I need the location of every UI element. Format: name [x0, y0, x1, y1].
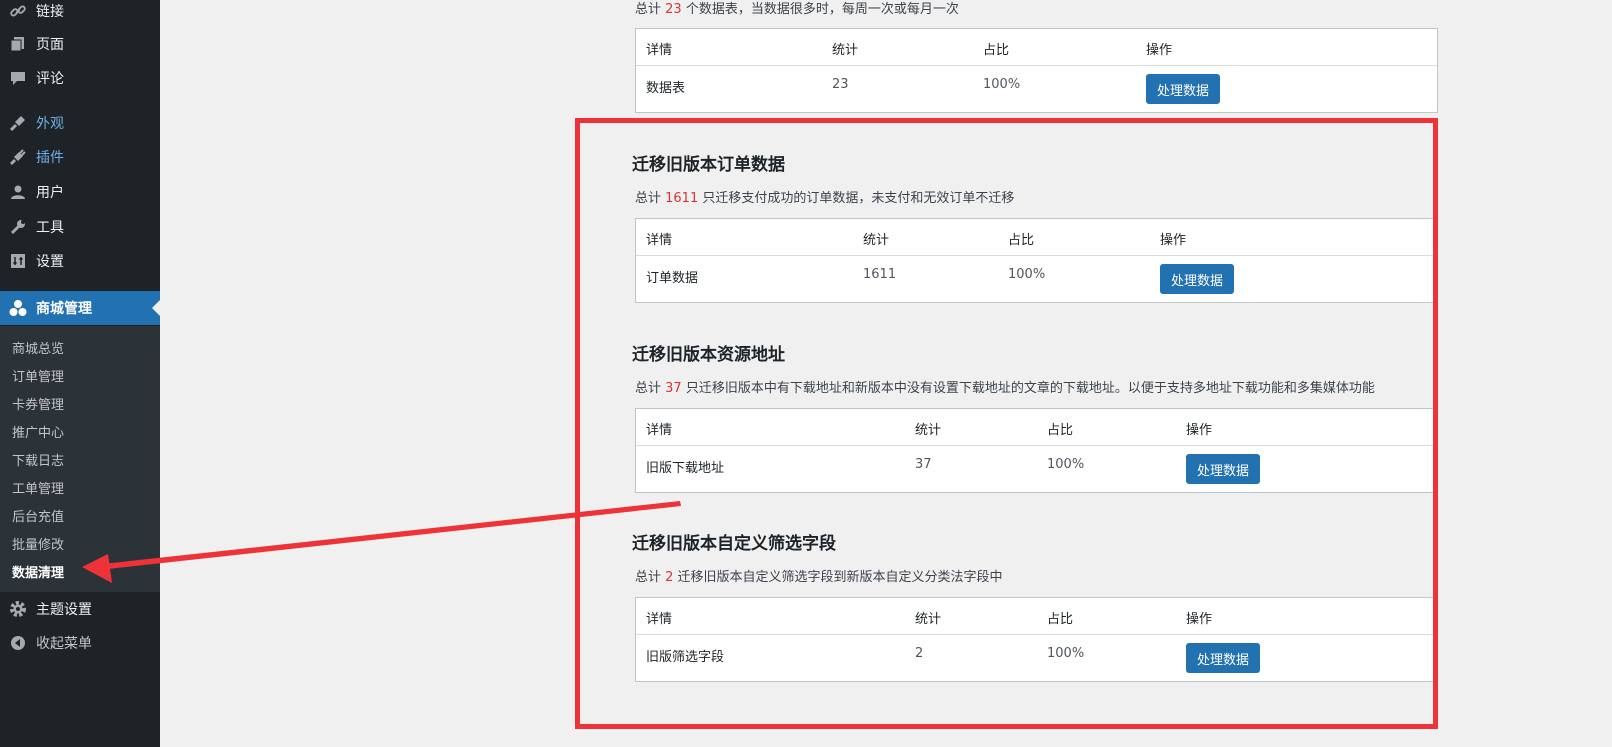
section-intro: 总计 2 迁移旧版本自定义筛选字段到新版本自定义分类法字段中 [635, 570, 1003, 585]
header-ratio: 占比 [1047, 612, 1074, 627]
header-detail: 详情 [646, 43, 673, 58]
process-data-button[interactable]: 处理数据 [1146, 74, 1221, 104]
process-data-button[interactable]: 处理数据 [1186, 454, 1261, 484]
shop-icon [8, 298, 28, 318]
process-data-button[interactable]: 处理数据 [1160, 264, 1235, 294]
admin-sidebar: 链接 页面 评论 外观 插件 用户 工具 设置 商城管理 商城总览 订单管理 卡… [0, 0, 160, 747]
tools-icon [8, 217, 28, 237]
collapse-icon [8, 633, 28, 653]
submenu-item[interactable]: 批量修改 [12, 534, 64, 553]
menu-item-appearance[interactable]: 外观 [0, 106, 160, 140]
table-header [636, 598, 1437, 635]
count-value: 1611 [665, 191, 699, 206]
section-title-orders: 迁移旧版本订单数据 [632, 155, 785, 175]
row-ratio: 100% [983, 77, 1021, 92]
header-action: 操作 [1186, 612, 1213, 627]
section-intro: 总计 1611 只迁移支付成功的订单数据，未支付和无效订单不迁移 [635, 191, 1015, 206]
users-icon [8, 182, 28, 202]
data-table-resources: 详情 统计 占比 操作 旧版下载地址 37 100% 处理数据 [635, 408, 1438, 493]
header-action: 操作 [1160, 233, 1187, 248]
submenu-item[interactable]: 后台充值 [12, 506, 64, 525]
menu-item-shop[interactable]: 商城管理 [0, 291, 160, 325]
submenu-item[interactable]: 工单管理 [12, 478, 64, 497]
link-icon [8, 1, 28, 21]
section-title-filters: 迁移旧版本自定义筛选字段 [632, 534, 836, 554]
row-detail: 订单数据 [646, 271, 699, 286]
header-action: 操作 [1186, 423, 1213, 438]
menu-item-theme-settings[interactable]: 主题设置 [0, 592, 160, 626]
active-indicator [152, 300, 160, 316]
header-detail: 详情 [646, 423, 673, 438]
menu-label-users: 用户 [36, 185, 64, 201]
count-value: 23 [665, 2, 682, 17]
header-stat: 统计 [863, 233, 890, 248]
row-stat: 1611 [863, 267, 897, 282]
menu-label-plugins: 插件 [36, 150, 64, 166]
data-table-tables: 详情 统计 占比 操作 数据表 23 100% 处理数据 [635, 28, 1438, 113]
submenu-item-data-cleanup[interactable]: 数据清理 [12, 562, 64, 581]
pages-icon [8, 34, 28, 54]
row-stat: 23 [832, 77, 849, 92]
header-ratio: 占比 [983, 43, 1010, 58]
menu-label-appearance: 外观 [36, 116, 64, 132]
table-header [636, 409, 1437, 446]
settings-icon [8, 251, 28, 271]
menu-label-tools: 工具 [36, 220, 64, 236]
gear-icon [8, 599, 28, 619]
menu-label-collapse: 收起菜单 [36, 636, 92, 652]
appearance-icon [8, 113, 28, 133]
menu-label-settings: 设置 [36, 254, 64, 270]
menu-item-settings[interactable]: 设置 [0, 244, 160, 278]
menu-label-theme-settings: 主题设置 [36, 602, 92, 618]
row-ratio: 100% [1047, 646, 1085, 661]
table-header [636, 29, 1437, 66]
header-detail: 详情 [646, 233, 673, 248]
process-data-button[interactable]: 处理数据 [1186, 643, 1261, 673]
row-detail: 旧版筛选字段 [646, 650, 725, 665]
section-intro: 总计 23 个数据表，当数据很多时，每周一次或每月一次 [635, 2, 959, 17]
header-detail: 详情 [646, 612, 673, 627]
row-stat: 2 [915, 646, 924, 661]
row-detail: 旧版下载地址 [646, 461, 725, 476]
menu-label-comments: 评论 [36, 71, 64, 87]
menu-item-tools[interactable]: 工具 [0, 210, 160, 244]
shop-submenu: 商城总览 订单管理 卡券管理 推广中心 下载日志 工单管理 后台充值 批量修改 … [0, 326, 160, 592]
header-stat: 统计 [915, 423, 942, 438]
comments-icon [8, 68, 28, 88]
menu-label-shop: 商城管理 [36, 301, 92, 317]
menu-item-links[interactable]: 链接 [0, 0, 160, 28]
submenu-item[interactable]: 卡券管理 [12, 394, 64, 413]
header-stat: 统计 [915, 612, 942, 627]
section-intro: 总计 37 只迁移旧版本中有下载地址和新版本中没有设置下载地址的文章的下载地址。… [635, 381, 1375, 396]
submenu-item[interactable]: 订单管理 [12, 366, 64, 385]
row-ratio: 100% [1008, 267, 1046, 282]
menu-item-comments[interactable]: 评论 [0, 61, 160, 95]
menu-label-links: 链接 [36, 4, 64, 20]
submenu-item[interactable]: 推广中心 [12, 422, 64, 441]
count-value: 37 [665, 381, 682, 396]
header-ratio: 占比 [1047, 423, 1074, 438]
collapse-menu-button[interactable]: 收起菜单 [0, 626, 160, 660]
menu-item-users[interactable]: 用户 [0, 175, 160, 209]
plugins-icon [8, 147, 28, 167]
data-table-filters: 详情 统计 占比 操作 旧版筛选字段 2 100% 处理数据 [635, 597, 1438, 682]
menu-label-pages: 页面 [36, 37, 64, 53]
header-ratio: 占比 [1008, 233, 1035, 248]
row-ratio: 100% [1047, 457, 1085, 472]
row-detail: 数据表 [646, 81, 686, 96]
header-action: 操作 [1146, 43, 1173, 58]
row-stat: 37 [915, 457, 932, 472]
menu-item-plugins[interactable]: 插件 [0, 140, 160, 174]
header-stat: 统计 [832, 43, 859, 58]
section-title-resources: 迁移旧版本资源地址 [632, 345, 785, 365]
menu-item-pages[interactable]: 页面 [0, 27, 160, 61]
data-table-orders: 详情 统计 占比 操作 订单数据 1611 100% 处理数据 [635, 218, 1438, 303]
table-header [636, 219, 1437, 256]
submenu-item[interactable]: 下载日志 [12, 450, 64, 469]
submenu-item[interactable]: 商城总览 [12, 338, 64, 357]
